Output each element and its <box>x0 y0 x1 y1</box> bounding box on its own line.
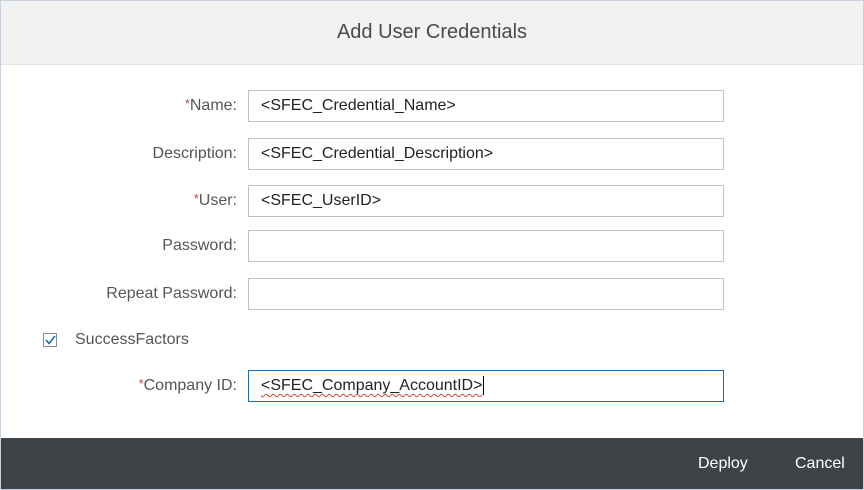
password-input[interactable] <box>248 230 724 262</box>
user-label: *User: <box>193 191 237 209</box>
description-label: Description: <box>152 145 237 162</box>
password-label: Password: <box>162 237 237 254</box>
dialog-header: Add User Credentials <box>1 1 863 65</box>
cancel-button[interactable]: Cancel <box>795 438 845 489</box>
company-id-row: *Company ID: <SFEC_Company_AccountID> <box>1 370 863 402</box>
checkmark-icon <box>44 335 56 345</box>
repeat-password-row: Repeat Password: <box>1 278 863 310</box>
repeat-password-input[interactable] <box>248 278 724 310</box>
user-row: *User: <SFEC_UserID> <box>1 185 863 217</box>
name-row: *Name: <SFEC_Credential_Name> <box>1 90 863 122</box>
dialog-footer: Deploy Cancel <box>1 438 863 489</box>
required-mark: * <box>184 96 190 111</box>
required-mark: * <box>138 376 144 391</box>
add-user-credentials-dialog: Add User Credentials *Name: <SFEC_Creden… <box>0 0 864 490</box>
company-id-label: *Company ID: <box>138 376 237 394</box>
name-input[interactable]: <SFEC_Credential_Name> <box>248 90 724 122</box>
company-id-input[interactable]: <SFEC_Company_AccountID> <box>248 370 724 402</box>
description-input[interactable]: <SFEC_Credential_Description> <box>248 138 724 170</box>
dialog-title: Add User Credentials <box>336 21 528 43</box>
company-id-value: <SFEC_Company_AccountID> <box>261 377 483 394</box>
name-label: *Name: <box>184 96 237 114</box>
successfactors-label: SuccessFactors <box>75 331 189 348</box>
required-mark: * <box>193 191 199 206</box>
deploy-button[interactable]: Deploy <box>698 438 748 489</box>
repeat-password-label: Repeat Password: <box>106 285 237 302</box>
password-row: Password: <box>1 230 863 262</box>
user-input[interactable]: <SFEC_UserID> <box>248 185 724 217</box>
successfactors-checkbox-row[interactable]: SuccessFactors <box>43 330 189 350</box>
successfactors-checkbox[interactable] <box>43 333 57 347</box>
description-row: Description: <SFEC_Credential_Descriptio… <box>1 138 863 170</box>
text-caret <box>483 376 485 396</box>
